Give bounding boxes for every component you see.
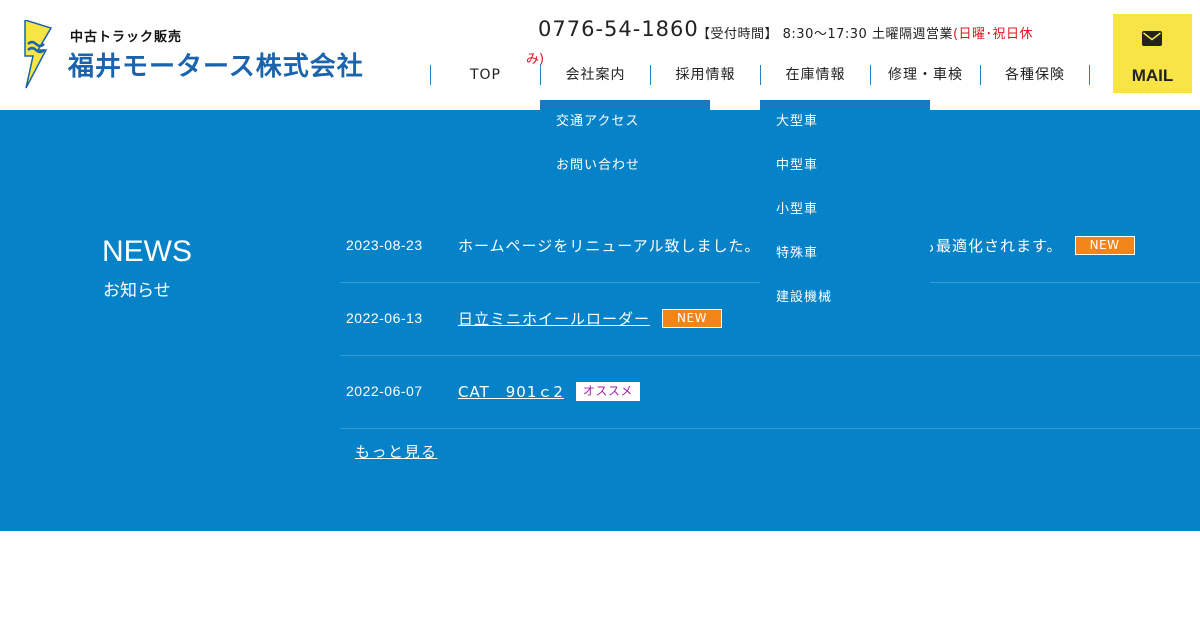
dropdown-item-medium[interactable]: 中型車 xyxy=(760,144,930,188)
news-date: 2023-08-23 xyxy=(346,237,423,253)
nav-item-top[interactable]: TOP xyxy=(430,65,540,85)
mail-button[interactable]: MAIL xyxy=(1113,14,1192,93)
dropdown-item-special[interactable]: 特殊車 xyxy=(760,232,930,276)
recommend-badge: オススメ xyxy=(575,382,640,401)
hours-closed: (日曜･祝日休 xyxy=(952,27,1034,42)
news-text[interactable]: 日立ミニホイールローダー NEW xyxy=(458,308,722,329)
more-link[interactable]: もっと見る xyxy=(355,441,438,462)
nav-item-insurance[interactable]: 各種保険 xyxy=(980,65,1090,85)
nav-item-recruit[interactable]: 採用情報 xyxy=(650,65,760,85)
business-hours: 【受付時間】 8:30〜17:30 土曜隔週営業(日曜･祝日休 xyxy=(697,23,1033,42)
news-item[interactable]: 2022-06-07 CAT 901ｃ2 オススメ xyxy=(340,356,1200,429)
site-logo[interactable]: 中古トラック販売 福井モータース株式会社 xyxy=(24,20,369,90)
dropdown-item-large[interactable]: 大型車 xyxy=(760,108,930,144)
new-badge: NEW xyxy=(1074,236,1135,255)
dropdown-item-contact[interactable]: お問い合わせ xyxy=(540,144,710,188)
hours-label: 【受付時間】 xyxy=(697,27,779,42)
company-dropdown: 交通アクセス お問い合わせ xyxy=(540,100,710,188)
mail-label: MAIL xyxy=(1131,66,1174,85)
news-subtitle: お知らせ xyxy=(103,281,171,301)
envelope-icon xyxy=(1142,31,1162,46)
phone-number[interactable]: 0776-54-1860 xyxy=(538,17,699,41)
main-nav: TOP 会社案内 採用情報 在庫情報 修理・車検 各種保険 xyxy=(430,65,1090,85)
logo-subtitle: 中古トラック販売 xyxy=(70,30,183,45)
news-date: 2022-06-13 xyxy=(346,310,423,326)
nav-item-stock[interactable]: 在庫情報 xyxy=(760,65,870,85)
dropdown-item-small[interactable]: 小型車 xyxy=(760,188,930,232)
new-badge: NEW xyxy=(662,309,722,328)
news-text[interactable]: CAT 901ｃ2 オススメ xyxy=(458,381,640,402)
nav-item-company[interactable]: 会社案内 xyxy=(540,65,650,85)
news-date: 2022-06-07 xyxy=(346,383,423,399)
dropdown-item-construction[interactable]: 建設機械 xyxy=(760,276,930,320)
site-header: 中古トラック販売 福井モータース株式会社 0776-54-1860 【受付時間】… xyxy=(0,0,1200,110)
lightning-logo-icon xyxy=(24,20,53,89)
hours-note: 土曜隔週営業 xyxy=(871,27,953,42)
dropdown-item-access[interactable]: 交通アクセス xyxy=(540,108,710,144)
news-link[interactable]: 日立ミニホイールローダー xyxy=(458,308,650,329)
nav-item-repair[interactable]: 修理・車検 xyxy=(870,65,980,85)
news-link[interactable]: CAT 901ｃ2 xyxy=(458,381,564,402)
news-title: NEWS xyxy=(102,235,192,268)
hours-time: 8:30〜17:30 xyxy=(782,27,868,42)
stock-dropdown: 大型車 中型車 小型車 特殊車 建設機械 xyxy=(760,100,930,320)
logo-company-name: 福井モータース株式会社 xyxy=(68,52,364,82)
